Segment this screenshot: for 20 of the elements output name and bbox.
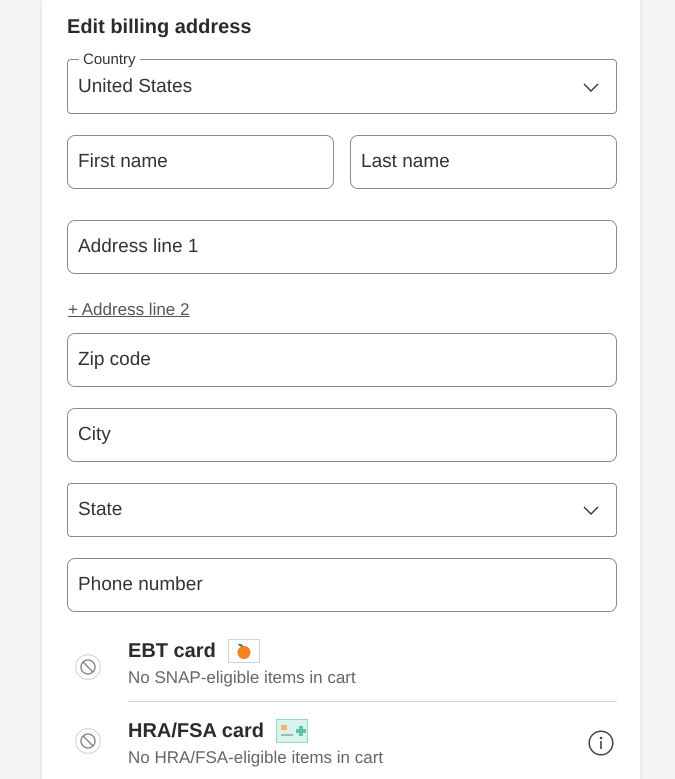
option-note: No SNAP-eligible items in cart <box>128 668 356 688</box>
chevron-down-icon <box>583 82 599 92</box>
floating-label: Country <box>82 51 137 68</box>
card-plus-icon <box>276 719 308 743</box>
input-field[interactable]: Address line 1 <box>67 220 617 274</box>
option-title: HRA/FSA card <box>128 719 264 744</box>
chevron-down-icon <box>583 506 599 514</box>
dropdown[interactable]: State <box>67 483 617 537</box>
input-field[interactable]: Zip code <box>67 333 617 387</box>
input-field[interactable]: First name <box>67 135 334 189</box>
add-address-line-link[interactable]: + Address line 2 <box>68 300 190 320</box>
dropdown[interactable]: Country United States <box>67 51 617 114</box>
selected-value: United States <box>78 76 192 98</box>
input-field[interactable]: City <box>67 408 617 462</box>
input-field[interactable]: Last name <box>350 135 617 189</box>
input-field[interactable]: Phone number <box>67 558 617 612</box>
option-note: No HRA/FSA-eligible items in cart <box>128 748 384 768</box>
option-title: EBT card <box>128 639 216 664</box>
form-title: Edit billing address <box>67 15 252 40</box>
fruit-icon <box>228 639 260 663</box>
